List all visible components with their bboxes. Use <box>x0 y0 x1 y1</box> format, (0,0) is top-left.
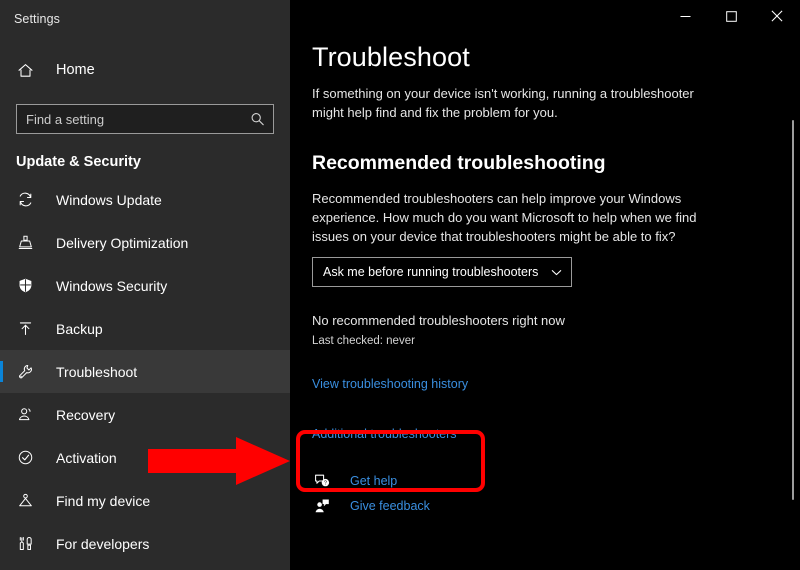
upload-icon <box>14 320 36 337</box>
scrollbar-thumb[interactable] <box>792 120 794 500</box>
recovery-icon <box>14 406 36 423</box>
sidebar-item-label: Delivery Optimization <box>56 234 189 251</box>
sidebar-item-home-label: Home <box>56 62 95 78</box>
sidebar-item-label: Backup <box>56 320 103 337</box>
content-body: Troubleshoot If something on your device… <box>290 0 800 518</box>
sidebar-item-label: Find my device <box>56 492 151 509</box>
recommended-status-text: No recommended troubleshooters right now <box>312 313 565 328</box>
window-controls <box>662 0 800 32</box>
recommended-troubleshooting-dropdown[interactable]: Ask me before running troubleshooters <box>312 257 572 287</box>
page-title: Troubleshoot <box>312 42 470 72</box>
sidebar-section-title: Update & Security <box>16 154 141 170</box>
sidebar-item-windows-update[interactable]: Windows Update <box>0 178 290 221</box>
give-feedback-row[interactable]: Give feedback <box>312 493 800 518</box>
help-links: ? Get help Give feedback <box>312 468 800 518</box>
search-container <box>16 104 274 134</box>
get-help-row[interactable]: ? Get help <box>312 468 800 493</box>
app-title: Settings <box>14 12 60 26</box>
view-troubleshooting-history-link[interactable]: View troubleshooting history <box>312 377 468 391</box>
last-checked-text: Last checked: never <box>312 335 415 347</box>
sidebar-item-label: For developers <box>56 535 150 552</box>
sidebar-item-label: Windows Update <box>56 191 162 208</box>
sidebar-nav-list: Windows Update Delivery Optimization Win… <box>0 178 290 565</box>
maximize-button[interactable] <box>708 0 754 32</box>
wrench-icon <box>14 363 36 380</box>
chevron-down-icon <box>550 266 563 279</box>
sidebar-item-label: Troubleshoot <box>56 363 138 380</box>
svg-text:?: ? <box>324 480 327 486</box>
sidebar-item-delivery-optimization[interactable]: Delivery Optimization <box>0 221 290 264</box>
get-help-link[interactable]: Get help <box>350 474 397 488</box>
page-description: If something on your device isn't workin… <box>312 86 694 120</box>
sync-icon <box>14 191 36 208</box>
sidebar-item-label: Activation <box>56 449 117 466</box>
sidebar-item-home[interactable]: Home <box>0 50 290 90</box>
sidebar-item-recovery[interactable]: Recovery <box>0 393 290 436</box>
search-box[interactable] <box>16 104 274 134</box>
locate-icon <box>14 492 36 509</box>
feedback-person-icon <box>312 498 332 514</box>
main-content: Troubleshoot If something on your device… <box>290 0 800 570</box>
recommended-heading: Recommended troubleshooting <box>312 152 606 174</box>
sidebar-item-backup[interactable]: Backup <box>0 307 290 350</box>
delivery-icon <box>14 234 36 251</box>
search-input[interactable] <box>17 111 273 127</box>
sidebar-item-troubleshoot[interactable]: Troubleshoot <box>0 350 290 393</box>
sidebar: Settings Home Updat <box>0 0 290 570</box>
sidebar-item-windows-security[interactable]: Windows Security <box>0 264 290 307</box>
search-icon[interactable] <box>250 112 265 127</box>
shield-icon <box>14 277 36 294</box>
sidebar-item-label: Recovery <box>56 406 116 423</box>
tools-icon <box>14 535 36 552</box>
sidebar-item-find-my-device[interactable]: Find my device <box>0 479 290 522</box>
home-icon <box>14 62 36 79</box>
settings-window: Settings Home Updat <box>0 0 800 570</box>
content-scrollbar[interactable] <box>786 32 800 570</box>
dropdown-selected-value: Ask me before running troubleshooters <box>323 265 539 279</box>
sidebar-item-label: Windows Security <box>56 277 168 294</box>
check-circle-icon <box>14 449 36 466</box>
minimize-button[interactable] <box>662 0 708 32</box>
sidebar-item-for-developers[interactable]: For developers <box>0 522 290 565</box>
recommended-description: Recommended troubleshooters can help imp… <box>312 191 697 244</box>
close-button[interactable] <box>754 0 800 32</box>
sidebar-item-activation[interactable]: Activation <box>0 436 290 479</box>
help-bubble-icon: ? <box>312 473 332 489</box>
additional-troubleshooters-link[interactable]: Additional troubleshooters <box>312 427 457 441</box>
window-titlebar: Settings <box>0 0 290 38</box>
give-feedback-link[interactable]: Give feedback <box>350 499 430 513</box>
